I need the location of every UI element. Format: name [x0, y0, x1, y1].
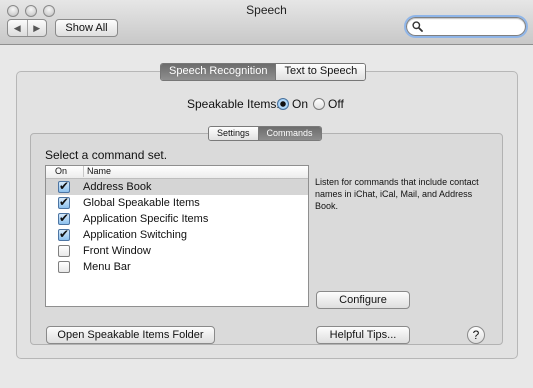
- command-set-name: Global Speakable Items: [83, 197, 200, 209]
- speakable-off-radio[interactable]: [313, 98, 325, 110]
- helpful-tips-button[interactable]: Helpful Tips...: [316, 326, 410, 344]
- tab-commands[interactable]: Commands: [257, 127, 321, 140]
- column-header-name[interactable]: Name: [83, 166, 111, 177]
- command-set-checkbox[interactable]: [58, 226, 70, 242]
- open-speakable-items-folder-button[interactable]: Open Speakable Items Folder: [46, 326, 215, 344]
- speakable-on-radio[interactable]: [277, 98, 289, 110]
- command-set-name: Address Book: [83, 181, 152, 193]
- show-all-button[interactable]: Show All: [55, 19, 118, 37]
- list-item[interactable]: Menu Bar: [46, 259, 308, 275]
- list-item[interactable]: Application Switching: [46, 226, 308, 243]
- list-item[interactable]: Application Specific Items: [46, 210, 308, 227]
- search-field[interactable]: [404, 15, 528, 38]
- command-set-name: Front Window: [83, 245, 151, 257]
- title-toolbar: Speech ◀ ▶ Show All: [0, 0, 533, 45]
- speakable-on-label[interactable]: On: [292, 97, 308, 111]
- main-tabs: Speech Recognition Text to Speech: [160, 63, 367, 81]
- window-title: Speech: [246, 3, 287, 17]
- back-forward-control: ◀ ▶: [7, 19, 47, 37]
- speakable-off-label[interactable]: Off: [328, 97, 344, 111]
- configure-button[interactable]: Configure: [316, 291, 410, 309]
- sub-tabs: Settings Commands: [208, 126, 322, 141]
- command-set-name: Menu Bar: [83, 261, 131, 273]
- command-set-checkbox[interactable]: [58, 210, 70, 226]
- speakable-items-label: Speakable Items:: [187, 97, 280, 111]
- command-set-checkbox[interactable]: [58, 194, 70, 210]
- command-set-prompt: Select a command set.: [45, 148, 168, 162]
- command-set-name: Application Switching: [83, 229, 187, 241]
- list-item[interactable]: Address Book: [46, 178, 308, 195]
- tab-text-to-speech[interactable]: Text to Speech: [275, 64, 366, 80]
- forward-icon[interactable]: ▶: [26, 20, 47, 36]
- command-set-checkbox[interactable]: [58, 245, 70, 257]
- tab-settings[interactable]: Settings: [209, 127, 258, 140]
- command-set-description: Listen for commands that include contact…: [315, 177, 479, 211]
- search-icon: [412, 21, 423, 32]
- list-header: On Name: [46, 166, 308, 179]
- help-icon[interactable]: ?: [467, 326, 485, 344]
- back-icon[interactable]: ◀: [8, 20, 27, 36]
- command-set-list[interactable]: On Name Address Book Global Speakable It…: [45, 165, 309, 307]
- speakable-items-row: Speakable Items: On Off: [0, 97, 533, 113]
- tab-speech-recognition[interactable]: Speech Recognition: [161, 64, 276, 80]
- command-set-checkbox[interactable]: [58, 178, 70, 194]
- search-input[interactable]: [425, 19, 520, 33]
- column-header-on[interactable]: On: [55, 166, 67, 177]
- speech-preferences-window: Speech ◀ ▶ Show All Speech Recognition T…: [0, 0, 533, 388]
- list-item[interactable]: Global Speakable Items: [46, 194, 308, 211]
- command-set-name: Application Specific Items: [83, 213, 209, 225]
- list-item[interactable]: Front Window: [46, 243, 308, 259]
- command-set-checkbox[interactable]: [58, 261, 70, 273]
